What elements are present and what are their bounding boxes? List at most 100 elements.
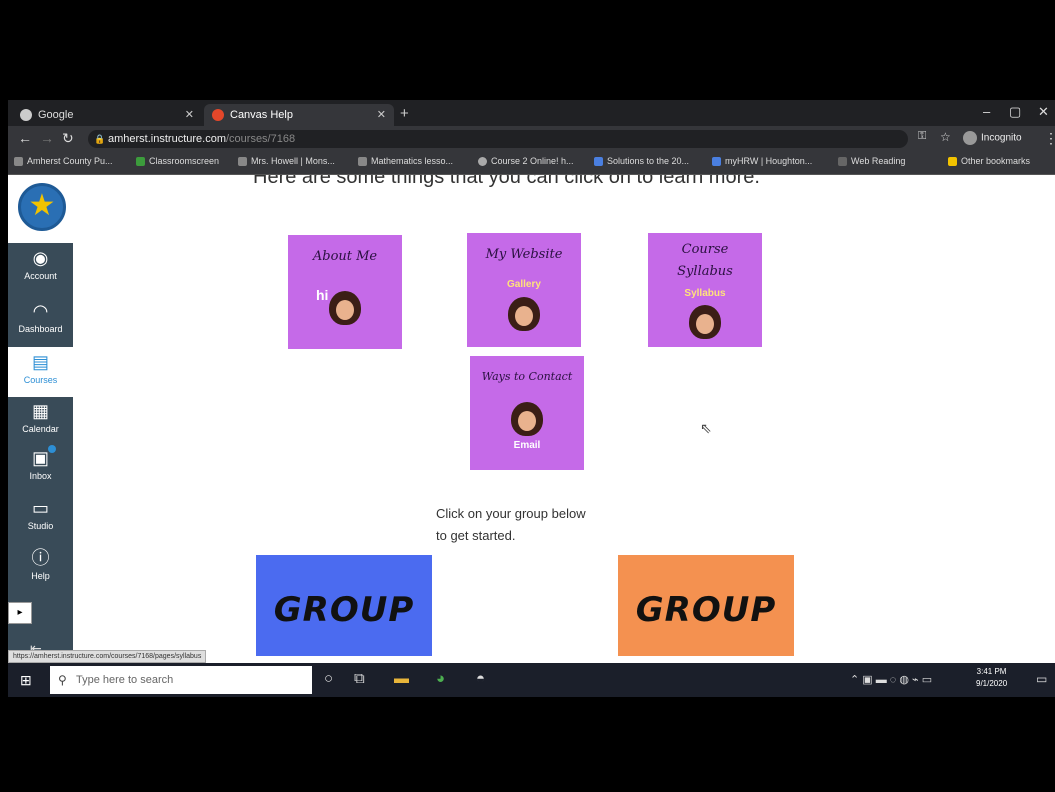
task-view-icon[interactable]: ⧉	[354, 670, 365, 687]
expand-sidebar-button[interactable]: ▸	[8, 602, 32, 624]
canvas-global-nav: ★ ◉ Account ◠ Dashboard ▤ Courses ▦ Cale…	[8, 175, 73, 656]
card-title: Course Syllabus	[677, 242, 733, 279]
tab-label: Canvas Help	[230, 109, 293, 121]
intro-text: Here are some things that you can click …	[253, 175, 760, 188]
menu-kebab-icon[interactable]: ⋮	[1044, 130, 1055, 147]
card-title: My Website	[485, 247, 563, 262]
url-path: /courses/7168	[225, 133, 296, 145]
close-window-button[interactable]: ✕	[1038, 104, 1049, 120]
bookmark-icon	[136, 157, 145, 167]
tab-canvas-help[interactable]: Canvas Help ✕	[204, 104, 394, 126]
nav-account[interactable]: ◉ Account	[8, 247, 73, 281]
taskbar-clock[interactable]: 3:41 PM 9/1/2020	[976, 666, 1007, 690]
system-tray-icons[interactable]: ⌃ ▣ ▬ ◌ ◍ ⌁ ▭	[850, 673, 932, 686]
forward-arrow-icon[interactable]: →	[40, 130, 54, 146]
school-logo[interactable]: ★	[8, 175, 73, 243]
new-tab-button[interactable]: +	[400, 105, 409, 122]
maximize-button[interactable]: ▢	[1009, 104, 1021, 120]
windows-start-icon[interactable]: ⊞	[20, 672, 32, 689]
clock-time: 3:41 PM	[976, 667, 1007, 676]
url-domain: amherst.instructure.com	[108, 133, 226, 145]
card-sub-text: Gallery	[507, 279, 541, 290]
bookmark-icon	[358, 157, 367, 167]
card-course-syllabus[interactable]: Course Syllabus Syllabus	[648, 233, 762, 347]
bookmark-icon	[594, 157, 603, 167]
nav-label: Studio	[27, 521, 54, 531]
nav-calendar[interactable]: ▦ Calendar	[8, 400, 73, 434]
bookmark-label: Other bookmarks	[961, 156, 1031, 166]
page-content: Here are some things that you can click …	[73, 175, 1055, 656]
url-input[interactable]: 🔒 amherst.instructure.com/courses/7168	[88, 130, 908, 148]
cortana-icon[interactable]: ○	[324, 670, 333, 687]
bookmark-label: myHRW | Houghton...	[725, 156, 813, 166]
nav-label: Calendar	[22, 424, 59, 434]
nav-label: Account	[24, 271, 57, 281]
bookmark-item[interactable]: myHRW | Houghton...	[712, 156, 813, 167]
bookmark-item[interactable]: Mathematics lesso...	[358, 156, 454, 167]
group-prompt: Click on your group below to get started…	[436, 503, 586, 547]
bookmark-icon	[838, 157, 847, 167]
unread-badge	[48, 445, 56, 453]
bookmark-item[interactable]: Course 2 Online! h...	[478, 156, 574, 167]
chrome-icon[interactable]: ◕	[436, 670, 445, 687]
bookmarks-bar: Amherst County Pu... Classroomscreen Mrs…	[8, 152, 1055, 175]
group-1-button[interactable]: GROUP	[256, 555, 432, 656]
file-explorer-icon[interactable]: ▬	[394, 670, 409, 687]
key-icon[interactable]: ⚿	[918, 130, 926, 143]
bookmark-item[interactable]: Classroomscreen	[136, 156, 220, 167]
tab-google[interactable]: Google ✕	[12, 104, 202, 126]
nav-courses[interactable]: ▤ Courses	[8, 347, 73, 397]
tab-strip: Google ✕ Canvas Help ✕ + – ▢ ✕	[8, 100, 1055, 126]
avatar	[329, 291, 361, 325]
reload-icon[interactable]: ↻	[62, 130, 74, 147]
folder-icon	[948, 157, 957, 167]
bookmark-item[interactable]: Amherst County Pu...	[14, 156, 113, 167]
minimize-button[interactable]: –	[983, 104, 990, 119]
bookmark-label: Amherst County Pu...	[27, 156, 113, 166]
nav-help[interactable]: ⓘ Help	[8, 547, 73, 581]
bookmark-icon	[478, 157, 487, 167]
bookmark-label: Course 2 Online! h...	[491, 156, 574, 166]
inbox-icon: ▣	[31, 448, 49, 468]
incognito-badge[interactable]: Incognito	[963, 131, 1022, 145]
dashboard-icon: ◠	[32, 301, 49, 321]
nav-label: Help	[31, 571, 50, 581]
bookmark-label: Classroomscreen	[149, 156, 220, 166]
card-about-me[interactable]: About Me hi	[288, 235, 402, 349]
back-arrow-icon[interactable]: ←	[18, 130, 32, 146]
taskbar-search-input[interactable]: ⚲ Type here to search	[50, 666, 312, 694]
nav-dashboard[interactable]: ◠ Dashboard	[8, 300, 73, 334]
nav-inbox[interactable]: ▣ Inbox	[8, 445, 73, 481]
prompt-line: Click on your group below	[436, 506, 586, 521]
card-ways-to-contact[interactable]: Ways to Contact Email	[470, 356, 584, 470]
close-tab-icon[interactable]: ✕	[377, 104, 386, 126]
star-bookmark-icon[interactable]: ☆	[940, 130, 951, 144]
notification-icon[interactable]: ▭	[1036, 672, 1047, 686]
group-label: GROUP	[273, 590, 415, 630]
card-title: About Me	[312, 249, 378, 264]
card-sub-text: Syllabus	[684, 288, 726, 299]
bookmark-item[interactable]: Other bookmarks	[948, 156, 1031, 167]
lock-icon: 🔒	[94, 134, 106, 144]
bookmark-item[interactable]: Solutions to the 20...	[594, 156, 689, 167]
tab-label: Google	[38, 109, 74, 121]
card-my-website[interactable]: My Website Gallery	[467, 233, 581, 347]
card-sub-text: Email	[513, 440, 541, 451]
card-title: Ways to Contact	[481, 370, 573, 383]
address-bar-row: ← → ↻ 🔒 amherst.instructure.com/courses/…	[8, 126, 1055, 152]
mouse-cursor-icon: ⇖	[700, 420, 712, 436]
google-favicon-icon	[20, 109, 32, 121]
bookmark-item[interactable]: Mrs. Howell | Mons...	[238, 156, 335, 167]
bookmark-item[interactable]: Web Reading	[838, 156, 905, 167]
nav-studio[interactable]: ▭ Studio	[8, 497, 73, 531]
studio-icon: ▭	[31, 498, 49, 518]
search-placeholder: Type here to search	[76, 674, 174, 686]
bookmark-label: Mathematics lesso...	[371, 156, 454, 166]
group-2-button[interactable]: GROUP	[618, 555, 794, 656]
bookmark-icon	[14, 157, 23, 167]
screen: Google ✕ Canvas Help ✕ + – ▢ ✕ ← → ↻ 🔒 a…	[8, 100, 1055, 697]
app-icon[interactable]: ◓	[476, 670, 485, 687]
close-tab-icon[interactable]: ✕	[185, 104, 194, 126]
windows-taskbar: ⊞ ⚲ Type here to search ○ ⧉ ▬ ◕ ◓ ⌃ ▣ ▬ …	[8, 663, 1055, 697]
nav-label: Dashboard	[18, 324, 63, 334]
